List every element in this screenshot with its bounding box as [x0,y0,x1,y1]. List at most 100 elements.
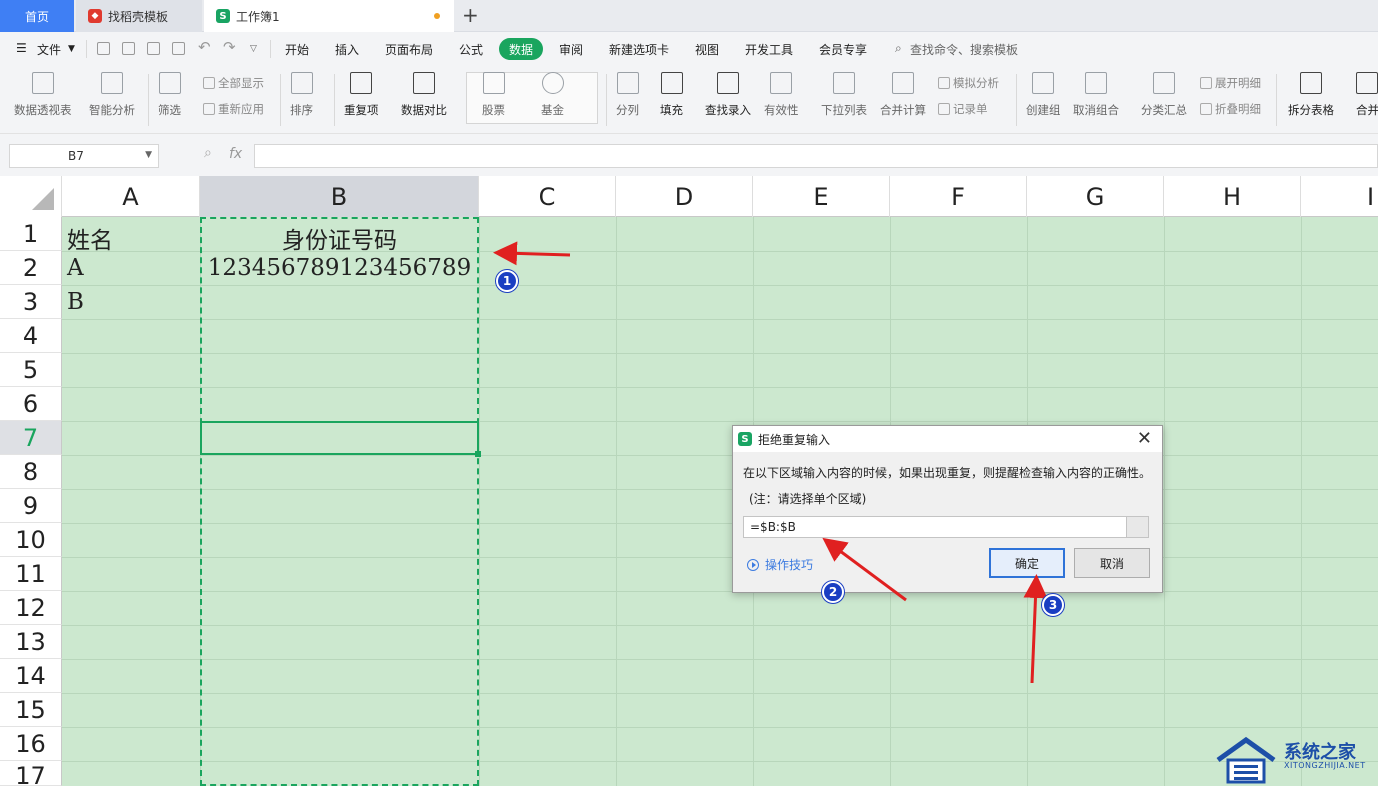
split-table-button[interactable]: 拆分表格 [1288,72,1334,118]
formula-input[interactable] [254,144,1378,168]
menu-insert[interactable]: 插入 [335,41,359,58]
row-header-17[interactable]: 17 [0,761,62,786]
ok-button[interactable]: 确定 [989,548,1065,578]
redo-icon[interactable]: ↷ [223,38,236,56]
export-icon[interactable] [122,42,135,55]
column-header-a[interactable]: A [62,176,200,217]
smart-analysis-button[interactable]: 智能分析 [89,72,135,118]
menu-new-tab[interactable]: 新建选项卡 [609,41,669,58]
column-header-d[interactable]: D [616,176,753,217]
column-header-g[interactable]: G [1027,176,1164,217]
row-header-12[interactable]: 12 [0,591,62,625]
menu-start[interactable]: 开始 [285,41,309,58]
collapse-detail-button[interactable]: 折叠明细 [1200,101,1261,117]
fx-icon[interactable]: fx [229,146,242,162]
row-header-14[interactable]: 14 [0,659,62,693]
show-all-button[interactable]: 全部显示 [203,75,264,91]
dropdown-list-button[interactable]: 下拉列表 [821,72,867,118]
column-header-c[interactable]: C [479,176,616,217]
validity-button[interactable]: 有效性 [764,72,799,118]
name-box[interactable]: B7 ▼ [9,144,159,168]
range-picker-icon[interactable] [1126,517,1148,537]
row-header-16[interactable]: 16 [0,727,62,761]
save-icon[interactable] [97,42,110,55]
menu-data[interactable]: 数据 [499,38,543,60]
menu-developer[interactable]: 开发工具 [745,41,793,58]
row-header-8[interactable]: 8 [0,455,62,489]
cell-a2[interactable]: A [67,255,84,281]
row-header-7[interactable]: 7 [0,421,62,455]
gridline [1301,217,1302,786]
subtotal-button[interactable]: 分类汇总 [1141,72,1187,118]
menu-review[interactable]: 审阅 [559,41,583,58]
fill-button[interactable]: 填充 [660,72,683,118]
reapply-button[interactable]: 重新应用 [203,101,264,117]
worksheet[interactable]: A B C D E F G H I 1 2 3 4 5 6 7 8 9 10 1… [0,176,1378,786]
search-icon[interactable]: ⌕ [895,41,902,56]
create-group-button[interactable]: 创建组 [1026,72,1061,118]
hamburger-icon[interactable]: ☰ [16,41,27,55]
quick-access-chevron-icon[interactable]: ▽ [250,44,257,54]
fund-button[interactable]: 基金 [541,72,564,118]
duplicates-button[interactable]: 重复项 [344,72,379,118]
menu-member[interactable]: 会员专享 [819,41,867,58]
menu-formula[interactable]: 公式 [459,41,483,58]
cell-a1[interactable]: 姓名 [67,221,113,255]
file-chevron-down-icon[interactable]: ▼ [68,44,75,54]
ungroup-button[interactable]: 取消组合 [1073,72,1119,118]
select-all-triangle-icon [32,188,54,210]
column-header-b[interactable]: B [200,176,479,217]
undo-icon[interactable]: ↶ [198,38,211,56]
consolidate-button[interactable]: 合并计算 [880,72,926,118]
divider [86,40,87,58]
row-header-1[interactable]: 1 [0,217,62,251]
select-all-corner[interactable] [0,176,62,217]
new-tab-plus-icon[interactable]: + [462,3,479,27]
docer-icon: ◆ [88,9,102,23]
row-header-13[interactable]: 13 [0,625,62,659]
menu-page-layout[interactable]: 页面布局 [385,41,433,58]
row-header-4[interactable]: 4 [0,319,62,353]
record-form-button[interactable]: 记录单 [938,101,988,117]
menu-file[interactable]: 文件 [37,41,61,58]
merge-button[interactable]: 合并 [1356,72,1378,118]
column-header-f[interactable]: F [890,176,1027,217]
row-header-9[interactable]: 9 [0,489,62,523]
command-search[interactable]: 查找命令、搜索模板 [910,41,1018,58]
active-cell-b7[interactable] [200,421,479,455]
fill-handle[interactable] [475,451,481,457]
lookup-entry-button[interactable]: 查找录入 [705,72,751,118]
cancel-button[interactable]: 取消 [1074,548,1150,578]
row-header-2[interactable]: 2 [0,251,62,285]
tab-template[interactable]: ◆ 找稻壳模板 [76,0,202,32]
pivot-table-button[interactable]: 数据透视表 [14,72,72,118]
name-box-chevron-icon[interactable]: ▼ [145,150,152,160]
what-if-analysis-button[interactable]: 模拟分析 [938,75,999,91]
stock-button[interactable]: 股票 [482,72,505,118]
tab-workbook[interactable]: S 工作簿1 [204,0,454,32]
tips-link[interactable]: 操作技巧 [747,556,813,573]
close-icon[interactable]: ✕ [1137,428,1152,449]
expand-detail-button[interactable]: 展开明细 [1200,75,1261,91]
row-header-5[interactable]: 5 [0,353,62,387]
row-header-10[interactable]: 10 [0,523,62,557]
cell-a3[interactable]: B [67,289,84,315]
tab-home[interactable]: 首页 [0,0,74,32]
row-header-15[interactable]: 15 [0,693,62,727]
column-header-e[interactable]: E [753,176,890,217]
play-icon [747,558,759,571]
filter-button[interactable]: 筛选 [158,72,181,118]
data-compare-button[interactable]: 数据对比 [401,72,447,118]
column-header-h[interactable]: H [1164,176,1301,217]
row-header-3[interactable]: 3 [0,285,62,319]
zoom-search-icon[interactable]: ⌕ [204,145,212,161]
range-input[interactable]: =$B:$B [743,516,1149,538]
row-header-6[interactable]: 6 [0,387,62,421]
print-icon[interactable] [147,42,160,55]
row-header-11[interactable]: 11 [0,557,62,591]
sort-button[interactable]: 排序 [290,72,313,118]
split-column-button[interactable]: 分列 [616,72,639,118]
menu-view[interactable]: 视图 [695,41,719,58]
print-preview-icon[interactable] [172,42,185,55]
column-header-i[interactable]: I [1301,176,1378,217]
